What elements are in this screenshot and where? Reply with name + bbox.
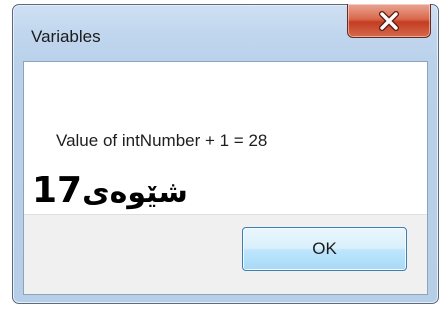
watermark: 17شێوەی <box>32 170 188 211</box>
ok-button[interactable]: OK <box>242 227 407 271</box>
watermark-word: شێوەی <box>82 175 188 210</box>
title-bar[interactable]: Variables <box>13 4 438 61</box>
close-button[interactable] <box>347 4 431 38</box>
watermark-number: 17 <box>32 170 83 211</box>
close-icon <box>379 10 399 31</box>
dialog-window: Variables Value of intNumber + 1 = 28 OK <box>12 4 439 304</box>
button-area: OK <box>24 214 427 294</box>
message-text: Value of intNumber + 1 = 28 <box>56 131 268 150</box>
window-title: Variables <box>31 27 101 46</box>
